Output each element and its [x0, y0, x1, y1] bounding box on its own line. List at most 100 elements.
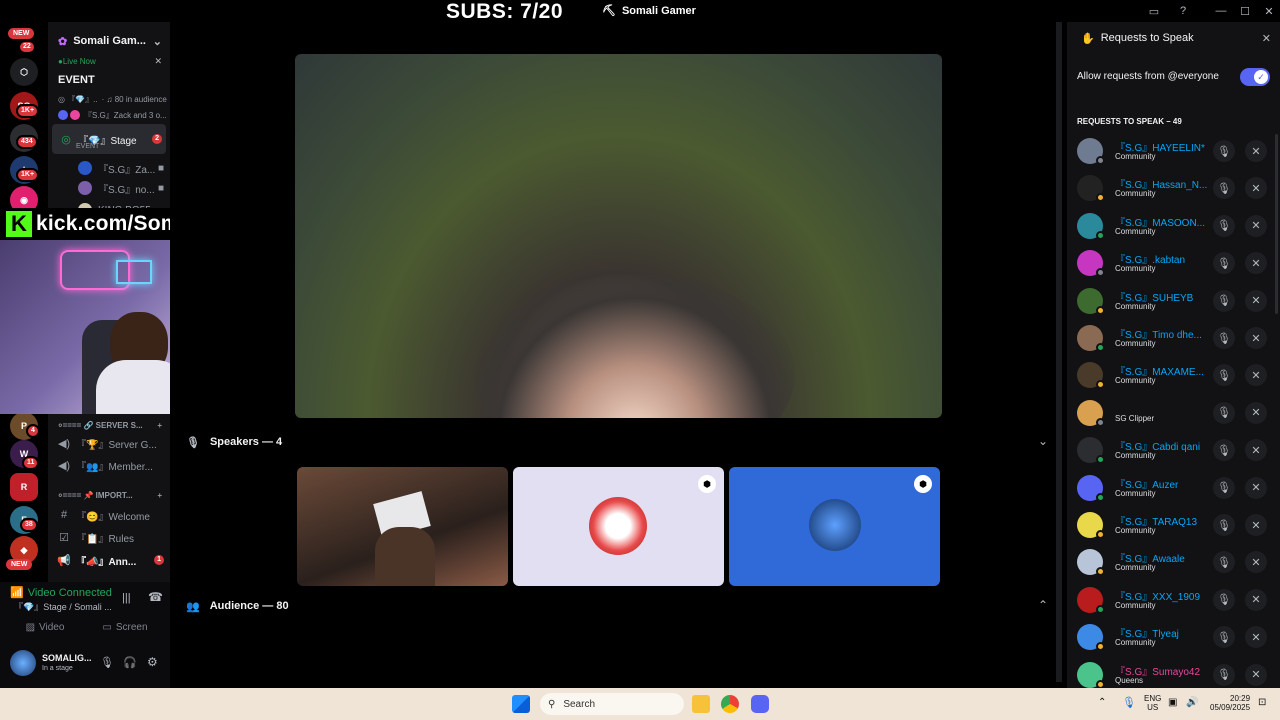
request-row[interactable]: 『S.G』Tlyeaj Community 🎙 ✕: [1067, 620, 1280, 657]
request-row[interactable]: 『S.G』MASOON... Community 🎙 ✕: [1067, 209, 1280, 246]
dismiss-request-button[interactable]: ✕: [1245, 514, 1267, 536]
invite-to-speak-button[interactable]: 🎙: [1213, 140, 1235, 162]
invite-to-speak-button[interactable]: 🎙: [1213, 588, 1235, 611]
request-row[interactable]: SG Clipper 🎙 ✕: [1067, 396, 1280, 433]
request-row[interactable]: 『S.G』.kabtan Community 🎙 ✕: [1067, 246, 1280, 283]
request-row[interactable]: 『S.G』Timo dhe... Community 🎙 ✕: [1067, 321, 1280, 358]
dismiss-request-button[interactable]: ✕: [1245, 626, 1267, 649]
voice-member[interactable]: 『S.G』no... ■: [48, 178, 170, 198]
scrollbar[interactable]: [1056, 22, 1062, 682]
panel-scrollbar[interactable]: [1275, 134, 1278, 314]
close-icon: ✕: [1251, 295, 1261, 308]
channel-item[interactable]: 📢 『📣』Ann... 1: [48, 550, 170, 570]
invite-to-speak-button[interactable]: 🎙: [1213, 401, 1235, 424]
invite-to-speak-button[interactable]: 🎙: [1213, 663, 1235, 686]
request-row[interactable]: 『S.G』MAXAME... Community 🎙 ✕: [1067, 358, 1280, 395]
help-icon[interactable]: ?: [1174, 3, 1192, 19]
channel-item[interactable]: ☑ 『📋』Rules: [48, 527, 170, 547]
request-row[interactable]: 『S.G』Awaale Community 🎙 ✕: [1067, 545, 1280, 582]
speaker-tile[interactable]: [297, 467, 508, 586]
request-row[interactable]: 『S.G』Cabdi qani Community 🎙 ✕: [1067, 433, 1280, 470]
invite-to-speak-button[interactable]: 🎙: [1213, 439, 1235, 462]
close-icon[interactable]: ✕: [1262, 32, 1271, 45]
video-button[interactable]: ▨ Video: [8, 616, 82, 638]
invite-to-speak-button[interactable]: 🎙: [1213, 327, 1235, 349]
invite-to-speak-button[interactable]: 🎙: [1213, 177, 1235, 200]
speaker-tile[interactable]: ⬢: [513, 467, 724, 586]
file-explorer-icon[interactable]: [692, 695, 710, 713]
request-row[interactable]: 『S.G』XXX_1909 Community 🎙 ✕: [1067, 583, 1280, 620]
minimize-button[interactable]: —: [1212, 3, 1230, 19]
voice-member[interactable]: 『S.G』Za... ■: [48, 158, 170, 178]
dismiss-request-button[interactable]: ✕: [1245, 439, 1267, 462]
network-icon[interactable]: ▣: [1168, 697, 1177, 708]
add-channel-icon[interactable]: +: [157, 491, 162, 500]
request-row[interactable]: 『S.G』HAYEELIN* Community 🎙 ✕: [1067, 134, 1280, 171]
headphones-icon[interactable]: 🎧: [123, 656, 137, 669]
invite-to-speak-button[interactable]: 🎙: [1213, 214, 1235, 237]
avatar[interactable]: [10, 650, 36, 676]
request-row[interactable]: 『S.G』SUHEYB Community 🎙 ✕: [1067, 284, 1280, 321]
allow-requests-toggle[interactable]: ✓: [1240, 68, 1270, 86]
notification-icon[interactable]: ⊡: [1258, 697, 1266, 708]
speakers-header[interactable]: 🎙 Speakers — 4: [186, 432, 282, 452]
category-server[interactable]: ⸰==== 🔗 SERVER S... +: [48, 415, 170, 435]
dismiss-request-button[interactable]: ✕: [1245, 289, 1267, 312]
request-row[interactable]: 『S.G』Hassan_N... Community 🎙 ✕: [1067, 171, 1280, 208]
dismiss-request-button[interactable]: ✕: [1245, 364, 1267, 387]
invite-to-speak-button[interactable]: 🎙: [1213, 289, 1235, 312]
maximize-button[interactable]: ☐: [1236, 3, 1254, 19]
chevron-up-icon[interactable]: ⌃: [1038, 598, 1048, 612]
dismiss-request-button[interactable]: ✕: [1245, 476, 1267, 499]
dismiss-request-button[interactable]: ✕: [1245, 327, 1267, 349]
channel-item[interactable]: ◀) 『🏆』Server G...: [48, 433, 170, 453]
chevron-down-icon[interactable]: ⌄: [1038, 434, 1048, 448]
disconnect-icon[interactable]: ☎: [148, 590, 163, 604]
request-row[interactable]: 『S.G』Auzer Community 🎙 ✕: [1067, 471, 1280, 508]
dismiss-request-button[interactable]: ✕: [1245, 140, 1267, 162]
server-icon[interactable]: R: [10, 473, 38, 501]
volume-icon[interactable]: 🔊: [1186, 697, 1198, 708]
invite-to-speak-button[interactable]: 🎙: [1213, 364, 1235, 387]
close-icon[interactable]: ✕: [154, 56, 162, 67]
server-header[interactable]: ✿ Somali Gam... ⌄: [48, 30, 170, 52]
invite-to-speak-button[interactable]: 🎙: [1213, 514, 1235, 536]
inbox-icon[interactable]: ▭: [1145, 3, 1163, 19]
language-indicator[interactable]: ENG US: [1144, 694, 1161, 712]
gear-icon[interactable]: ⚙: [147, 655, 158, 669]
taskbar-search[interactable]: ⚲ Search: [540, 693, 684, 715]
dismiss-request-button[interactable]: ✕: [1245, 663, 1267, 686]
chrome-icon[interactable]: [721, 695, 739, 713]
dismiss-request-button[interactable]: ✕: [1245, 252, 1267, 275]
dismiss-request-button[interactable]: ✕: [1245, 551, 1267, 574]
chevron-up-icon[interactable]: ⌃: [1098, 697, 1106, 708]
category-important[interactable]: ⸰==== 📌 IMPORT... +: [48, 485, 170, 505]
dismiss-request-button[interactable]: ✕: [1245, 214, 1267, 237]
speaker-tile[interactable]: ⬢: [729, 467, 940, 586]
microphone-icon[interactable]: 🎙: [100, 656, 114, 669]
invite-to-speak-button[interactable]: 🎙: [1213, 551, 1235, 574]
microphone-icon[interactable]: 🎙: [1122, 696, 1136, 709]
invite-to-speak-button[interactable]: 🎙: [1213, 252, 1235, 275]
request-row[interactable]: 『S.G』TARAQ13 Community 🎙 ✕: [1067, 508, 1280, 545]
audience-header[interactable]: 👥 Audience — 80: [186, 596, 289, 616]
invite-to-speak-button[interactable]: 🎙: [1213, 626, 1235, 649]
main-video[interactable]: [295, 54, 942, 418]
add-channel-icon[interactable]: +: [157, 421, 162, 430]
invite-to-speak-button[interactable]: 🎙: [1213, 476, 1235, 499]
discord-icon[interactable]: [751, 695, 769, 713]
channel-label: 『😊』Welcome: [76, 511, 150, 523]
channel-item[interactable]: # 『😊』Welcome: [48, 505, 170, 525]
server-icon[interactable]: ⬡: [10, 58, 38, 86]
noise-suppression-icon[interactable]: |||: [122, 592, 131, 604]
dismiss-request-button[interactable]: ✕: [1245, 177, 1267, 200]
dismiss-request-button[interactable]: ✕: [1245, 401, 1267, 424]
close-window-button[interactable]: ✕: [1260, 3, 1278, 19]
voice-location[interactable]: 『💎』Stage / Somali ...: [14, 600, 112, 613]
dismiss-request-button[interactable]: ✕: [1245, 588, 1267, 611]
voice-status-label: Video Connected: [27, 586, 112, 599]
channel-item[interactable]: ◀) 『👥』Member...: [48, 455, 170, 475]
clock[interactable]: 20:29 05/09/2025: [1210, 694, 1250, 712]
windows-start-icon[interactable]: [512, 695, 530, 713]
screen-share-button[interactable]: ▭ Screen: [88, 616, 162, 638]
